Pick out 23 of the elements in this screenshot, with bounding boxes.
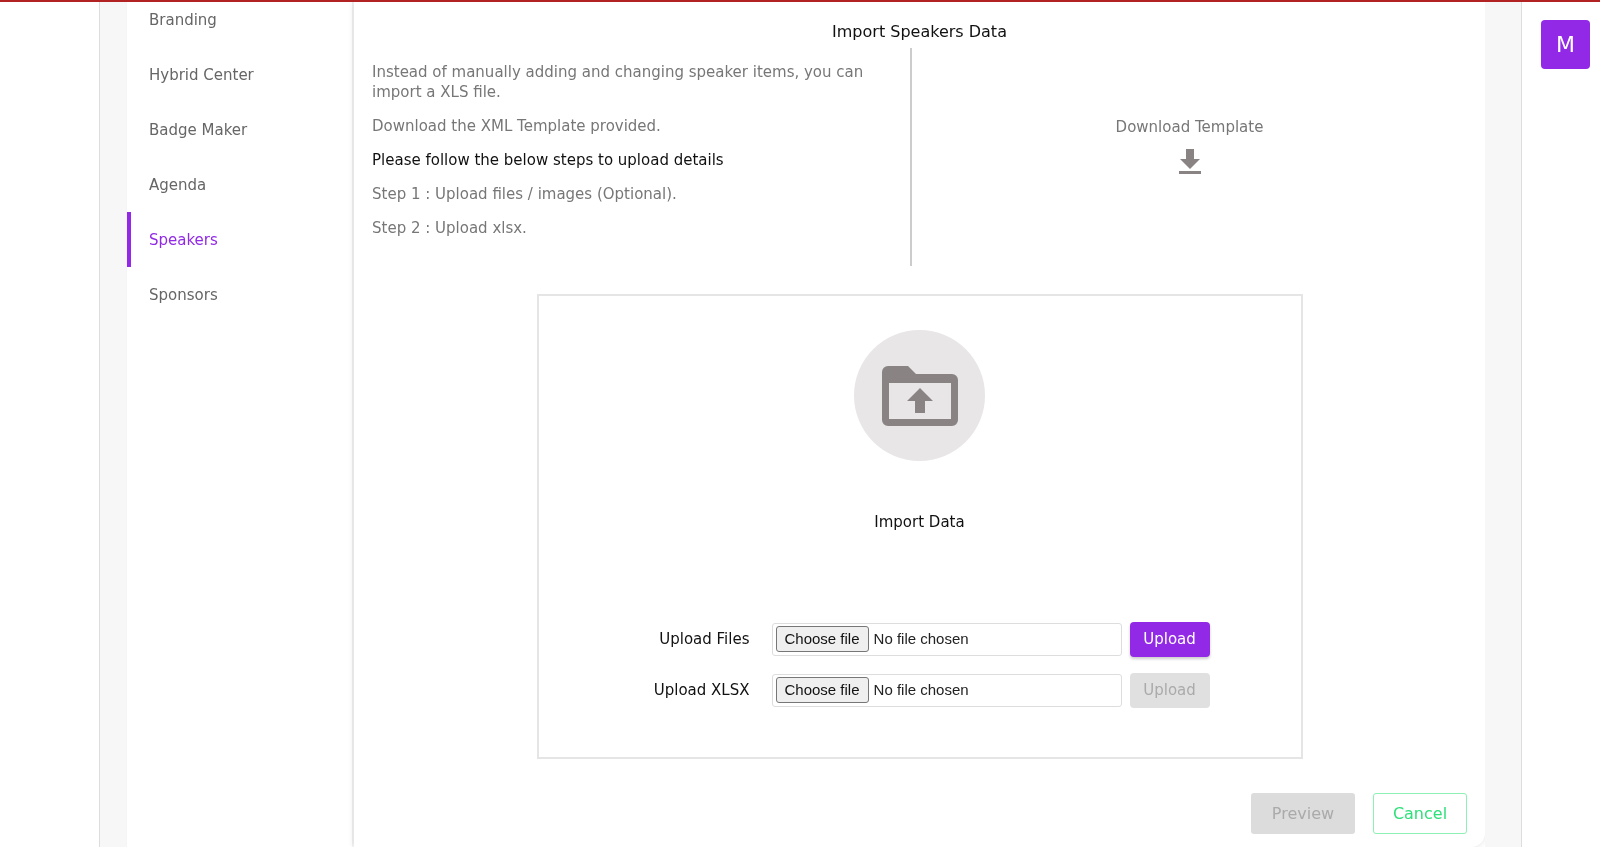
instruction-text: Step 2 : Upload xlsx.	[372, 218, 528, 238]
instructions-heading: Please follow the below steps to upload details	[372, 150, 725, 170]
file-field[interactable]: Choose file No file chosen	[771, 622, 1122, 656]
sidebar-item[interactable]: Badge Maker	[127, 102, 352, 157]
sidebar-item[interactable]: Hybrid Center	[127, 47, 352, 102]
upload-label: Upload Files	[658, 628, 750, 650]
sidebar-item[interactable]: Branding	[127, 2, 352, 47]
instruction-text: Step 1 : Upload files / images (Optional).	[372, 184, 678, 204]
import-data-label: Import Data	[874, 512, 965, 533]
sidebar-item[interactable]: Agenda	[127, 157, 352, 212]
file-status: No file chosen	[873, 628, 969, 649]
page-title: Import Speakers Data	[831, 21, 1008, 43]
file-status: No file chosen	[873, 679, 969, 700]
upload-button[interactable]: Upload	[1129, 621, 1210, 657]
download-template-link[interactable]: Download Template	[1115, 116, 1264, 139]
folder-upload-icon	[881, 365, 958, 426]
choose-file-button[interactable]: Choose file	[775, 625, 869, 653]
upload-label: Upload XLSX	[652, 679, 750, 701]
download-icon[interactable]	[1178, 148, 1201, 175]
instruction-text: Download the XML Template provided.	[372, 116, 662, 136]
sidebar-item[interactable]: Sponsors	[127, 267, 352, 322]
instruction-text: Instead of manually adding and changing speaker items, you can import a XLS file.	[372, 62, 865, 102]
avatar-button[interactable]: M	[1541, 20, 1590, 69]
